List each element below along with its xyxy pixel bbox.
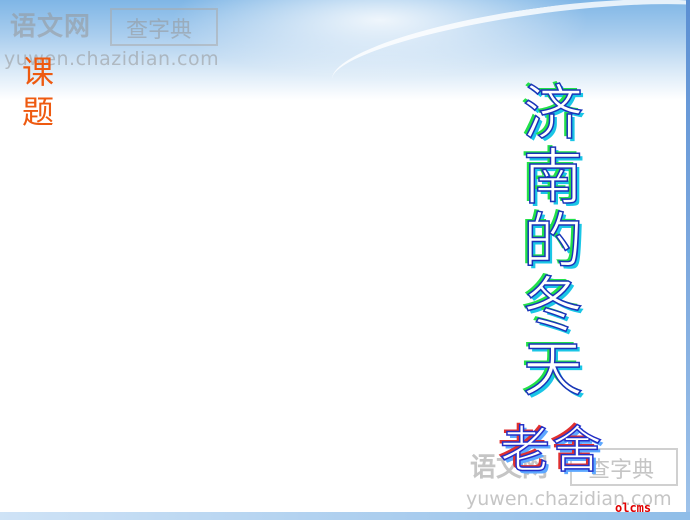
author-name: 老舍: [499, 420, 604, 480]
title-char: 的: [522, 207, 584, 277]
slide-bottom-band: [0, 512, 690, 520]
lesson-label-char: 课: [21, 53, 54, 91]
slide-title: 济 南 的 冬 天: [518, 79, 588, 405]
slide-canvas: 语文网 查字典 yuwen.chazidian.com 课 题 济 南 的 冬 …: [0, 0, 690, 520]
watermark-dict-name-top: 查字典: [126, 18, 193, 43]
watermark-site-name-top: 语文网: [10, 12, 92, 42]
lesson-label-char: 题: [21, 93, 54, 131]
footer-tag: olcms: [615, 501, 652, 515]
title-char: 冬: [522, 271, 584, 341]
title-char: 南: [522, 143, 584, 213]
lesson-label: 课 题: [18, 52, 58, 132]
title-char: 济: [522, 79, 584, 149]
slide-right-edge: [686, 0, 690, 520]
title-char: 天: [522, 335, 584, 405]
